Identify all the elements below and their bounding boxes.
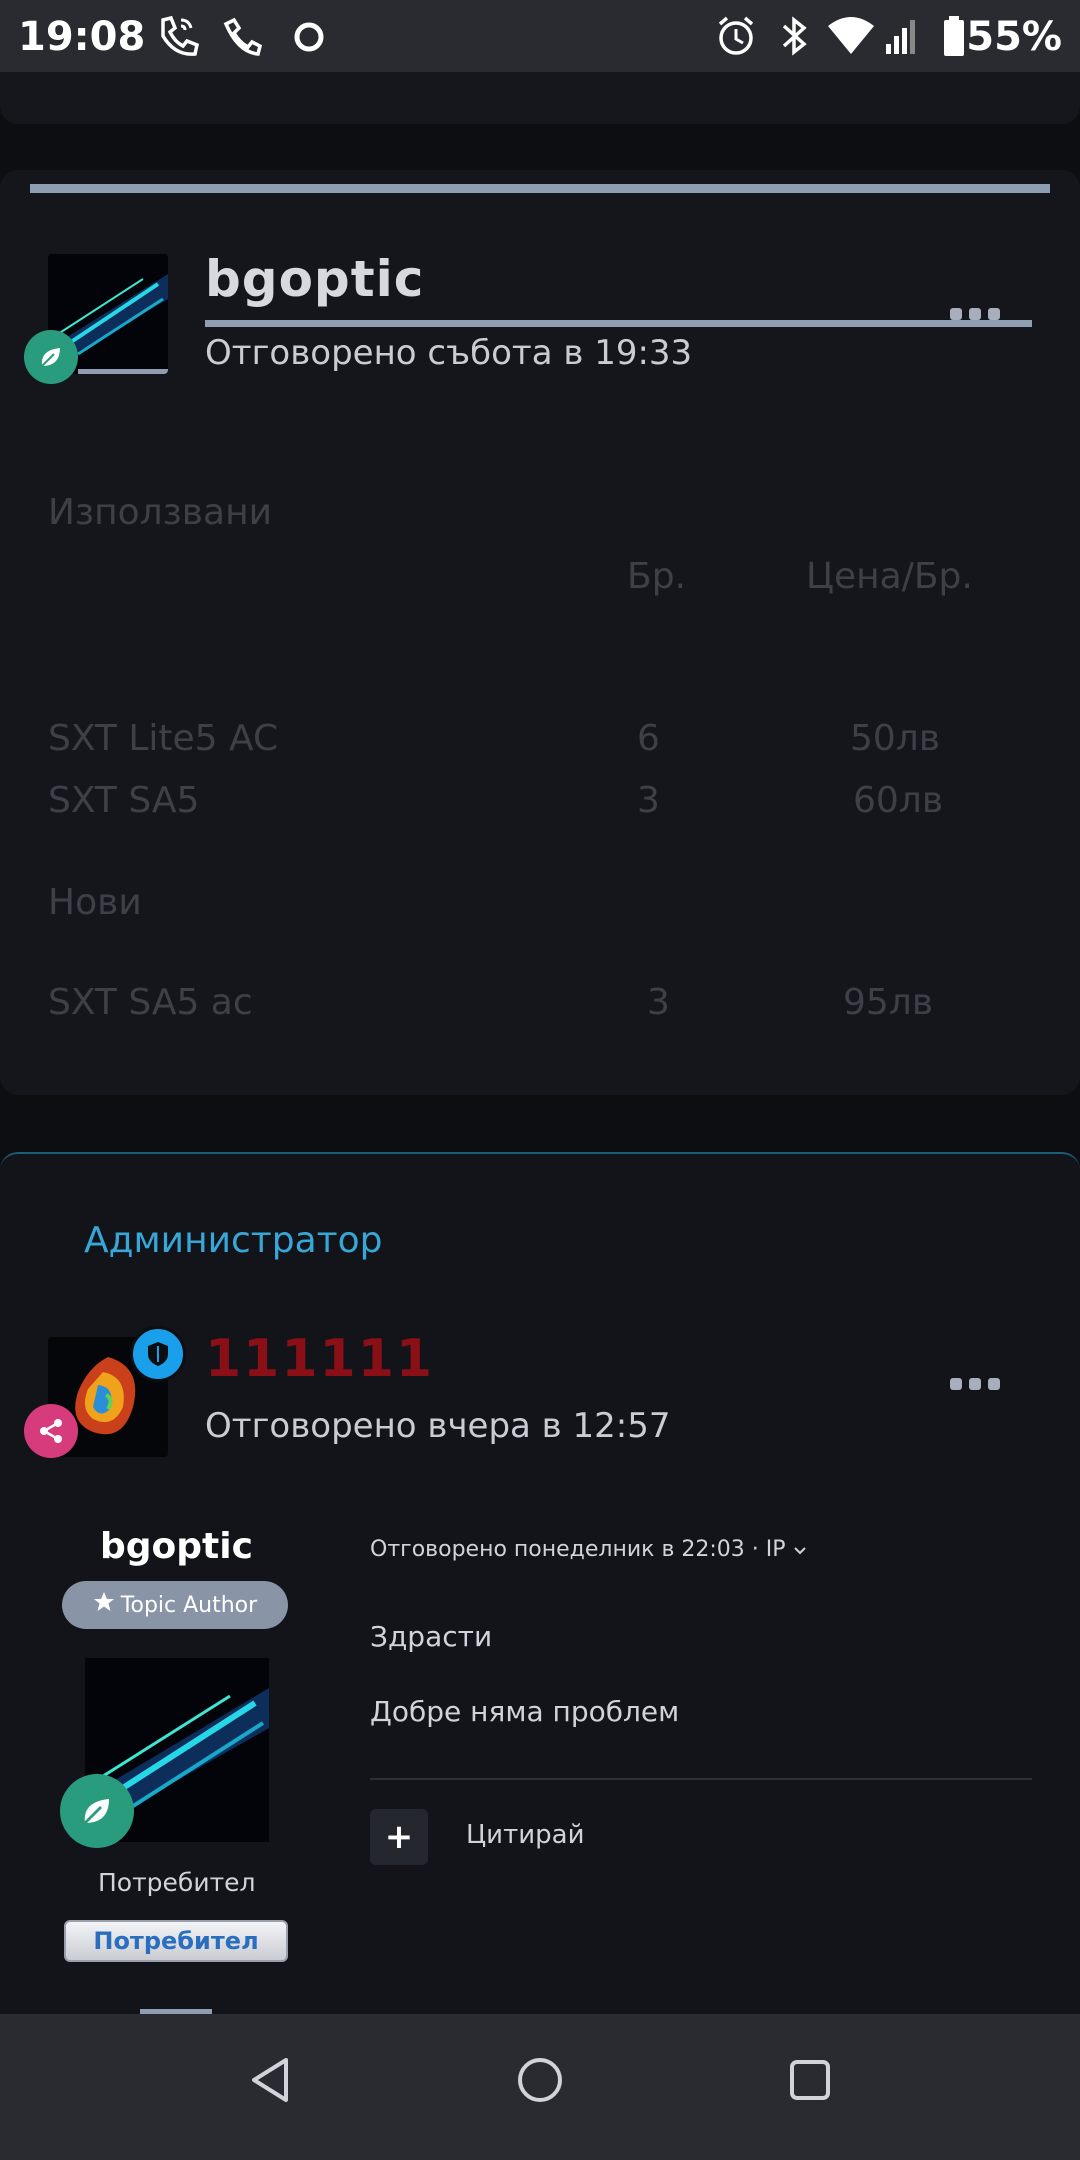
header-price: Цена/Бр. xyxy=(806,556,973,597)
row-price: 60лв xyxy=(853,780,944,821)
quoted-username[interactable]: bgoptic xyxy=(100,1526,253,1567)
quoted-user-title: Потребител xyxy=(98,1868,256,1897)
quoted-meta-text: Отговорено понеделник в 22:03 · IP xyxy=(370,1537,786,1562)
chevron-down-icon[interactable] xyxy=(793,1537,807,1562)
battery-percent: 55% xyxy=(966,14,1062,60)
topic-author-badge: Topic Author xyxy=(62,1581,288,1629)
wifi-call-2-icon xyxy=(220,14,266,62)
topic-author-label: Topic Author xyxy=(120,1592,258,1618)
bluetooth-icon xyxy=(778,14,812,62)
alarm-icon xyxy=(714,14,758,62)
row-price: 95лв xyxy=(843,982,934,1023)
post-timestamp[interactable]: Отговорено вчера в 12:57 xyxy=(205,1406,671,1446)
plus-button[interactable]: + xyxy=(370,1809,428,1865)
star-icon xyxy=(93,1591,115,1619)
share-badge-icon xyxy=(24,1404,78,1458)
circle-notification-icon xyxy=(292,20,326,58)
signal-icon xyxy=(884,14,920,62)
post-card: bgoptic Отговорено събота в 19:33 Използ… xyxy=(0,170,1080,1095)
row-price: 50лв xyxy=(850,718,941,759)
row-qty: 6 xyxy=(637,718,660,759)
leaf-badge-icon xyxy=(24,330,78,384)
recents-icon[interactable] xyxy=(786,2054,834,2110)
quoted-message-line: Здрасти xyxy=(370,1620,493,1653)
wifi-call-icon xyxy=(155,14,201,62)
quote-divider xyxy=(370,1778,1032,1780)
collapsed-post-card xyxy=(0,72,1080,124)
row-name: SXT SA5 xyxy=(48,780,200,821)
quote-button[interactable]: Цитирай xyxy=(466,1820,584,1850)
username-underline xyxy=(205,320,1032,327)
quoted-message-line: Добре няма проблем xyxy=(370,1695,680,1728)
row-qty: 3 xyxy=(647,982,670,1023)
shield-icon xyxy=(130,1326,186,1382)
more-options-icon[interactable] xyxy=(950,308,1000,320)
back-icon[interactable] xyxy=(246,2054,294,2110)
section-used: Използвани xyxy=(48,492,272,533)
status-bar: 19:08 55% xyxy=(0,0,1080,72)
post-username[interactable]: bgoptic xyxy=(205,250,424,308)
user-role-label: Администратор xyxy=(84,1220,383,1261)
navigation-bar xyxy=(0,2014,1080,2160)
home-icon[interactable] xyxy=(514,2054,566,2110)
post-divider xyxy=(30,184,1050,193)
more-options-icon[interactable] xyxy=(950,1378,1000,1390)
post-username[interactable]: 111111 xyxy=(205,1329,434,1389)
wifi-icon xyxy=(826,14,876,62)
leaf-badge-icon xyxy=(60,1774,134,1848)
status-time: 19:08 xyxy=(18,14,146,60)
row-qty: 3 xyxy=(637,780,660,821)
quoted-meta[interactable]: Отговорено понеделник в 22:03 · IP xyxy=(370,1537,807,1562)
post-timestamp[interactable]: Отговорено събота в 19:33 xyxy=(205,333,692,373)
row-name: SXT Lite5 AC xyxy=(48,718,279,759)
row-name: SXT SA5 ac xyxy=(48,982,253,1023)
post-card: Администратор 111111 Отговорено вчера в … xyxy=(0,1152,1080,2015)
user-group-button[interactable]: Потребител xyxy=(64,1920,288,1962)
header-qty: Бр. xyxy=(627,556,686,597)
section-new: Нови xyxy=(48,882,142,923)
